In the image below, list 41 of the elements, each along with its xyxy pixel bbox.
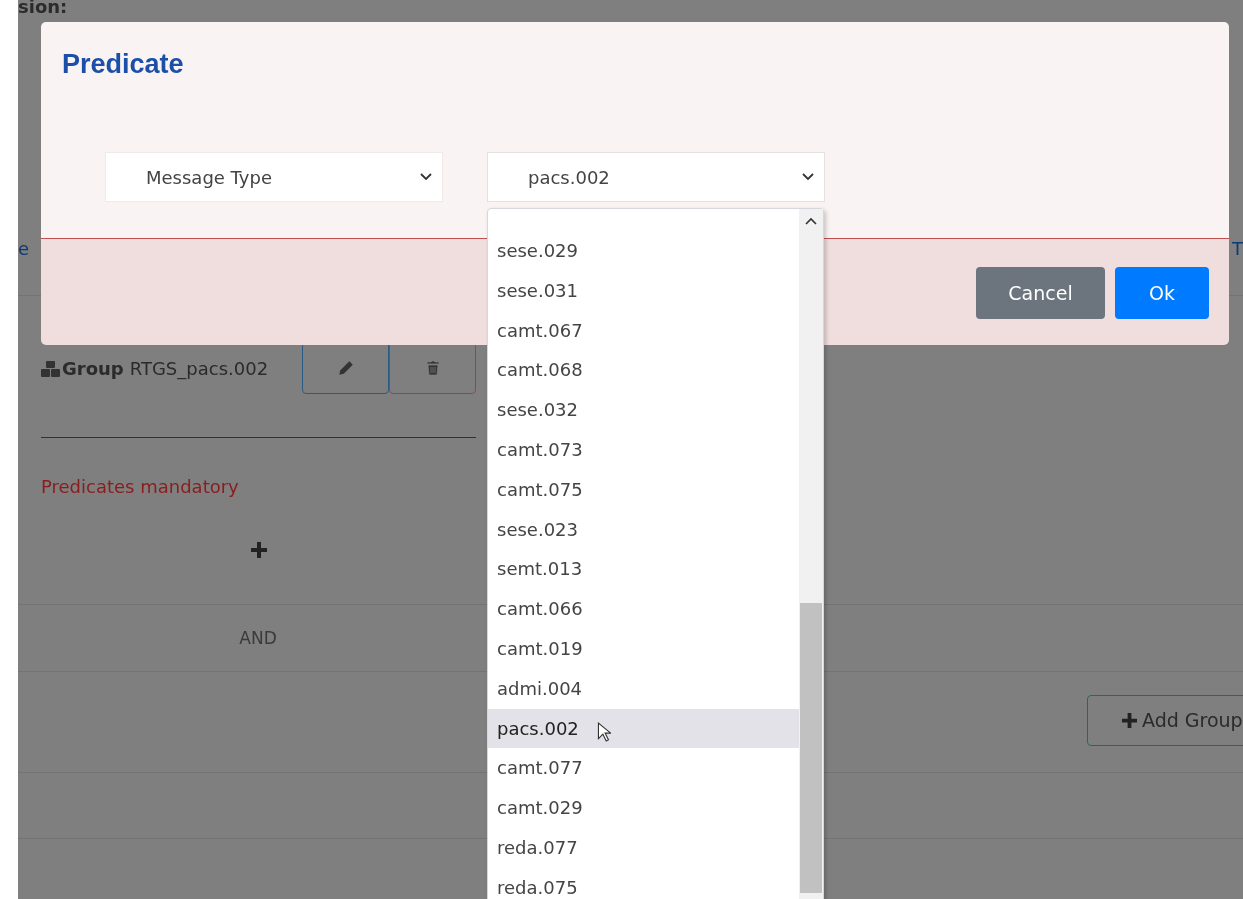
page-text-fragment: e	[18, 238, 30, 259]
dropdown-option[interactable]: reda.075	[488, 867, 799, 899]
dropdown-option[interactable]: sese.031	[488, 270, 799, 311]
trash-icon	[424, 359, 441, 377]
add-predicate-plus-icon[interactable]	[250, 542, 267, 558]
dropdown-option[interactable]: pacs.002	[488, 708, 799, 749]
dropdown-option[interactable]: reda.077	[488, 827, 799, 868]
dropdown-option[interactable]: sese.029	[488, 231, 799, 271]
cubes-icon	[41, 359, 61, 378]
page-text-fragment: sion:	[18, 0, 69, 18]
field-select[interactable]: Message Type	[105, 152, 443, 202]
add-group-button[interactable]: Add Group	[1087, 694, 1243, 746]
chevron-down-icon	[802, 173, 814, 181]
group-label: Group	[62, 358, 124, 379]
dropdown-option[interactable]: admi.004	[488, 668, 799, 709]
cancel-button[interactable]: Cancel	[976, 267, 1105, 319]
value-select[interactable]: pacs.002	[487, 152, 825, 202]
mouse-pointer-icon	[597, 722, 611, 742]
dialog-title: Predicate	[62, 49, 185, 80]
scroll-up-icon[interactable]	[805, 217, 817, 225]
pencil-icon	[336, 359, 355, 377]
dropdown-option[interactable]: sese.032	[488, 390, 799, 430]
dropdown-option[interactable]: camt.029	[488, 788, 799, 828]
dropdown-option[interactable]: camt.075	[488, 469, 799, 510]
scrollbar-thumb[interactable]	[800, 603, 822, 893]
group-name: RTGS_pacs.002	[129, 358, 269, 379]
page-text-fragment: T	[1232, 238, 1243, 259]
operator-label: AND	[238, 628, 278, 648]
dropdown-option[interactable]: camt.019	[488, 628, 799, 669]
ok-button[interactable]: Ok	[1115, 267, 1209, 319]
dropdown-option[interactable]: camt.067	[488, 310, 799, 351]
dropdown-option[interactable]: camt.068	[488, 350, 799, 391]
dropdown-option[interactable]: camt.066	[488, 589, 799, 629]
dropdown-option[interactable]: camt.077	[488, 748, 799, 789]
chevron-down-icon	[420, 173, 432, 181]
dropdown-option[interactable]: camt.073	[488, 430, 799, 470]
dropdown-option[interactable]: sese.023	[488, 509, 799, 550]
error-message: Predicates mandatory	[41, 476, 240, 497]
plus-icon	[1122, 712, 1137, 728]
scrollbar[interactable]	[799, 209, 823, 899]
dropdown-option[interactable]: semt.013	[488, 549, 799, 590]
